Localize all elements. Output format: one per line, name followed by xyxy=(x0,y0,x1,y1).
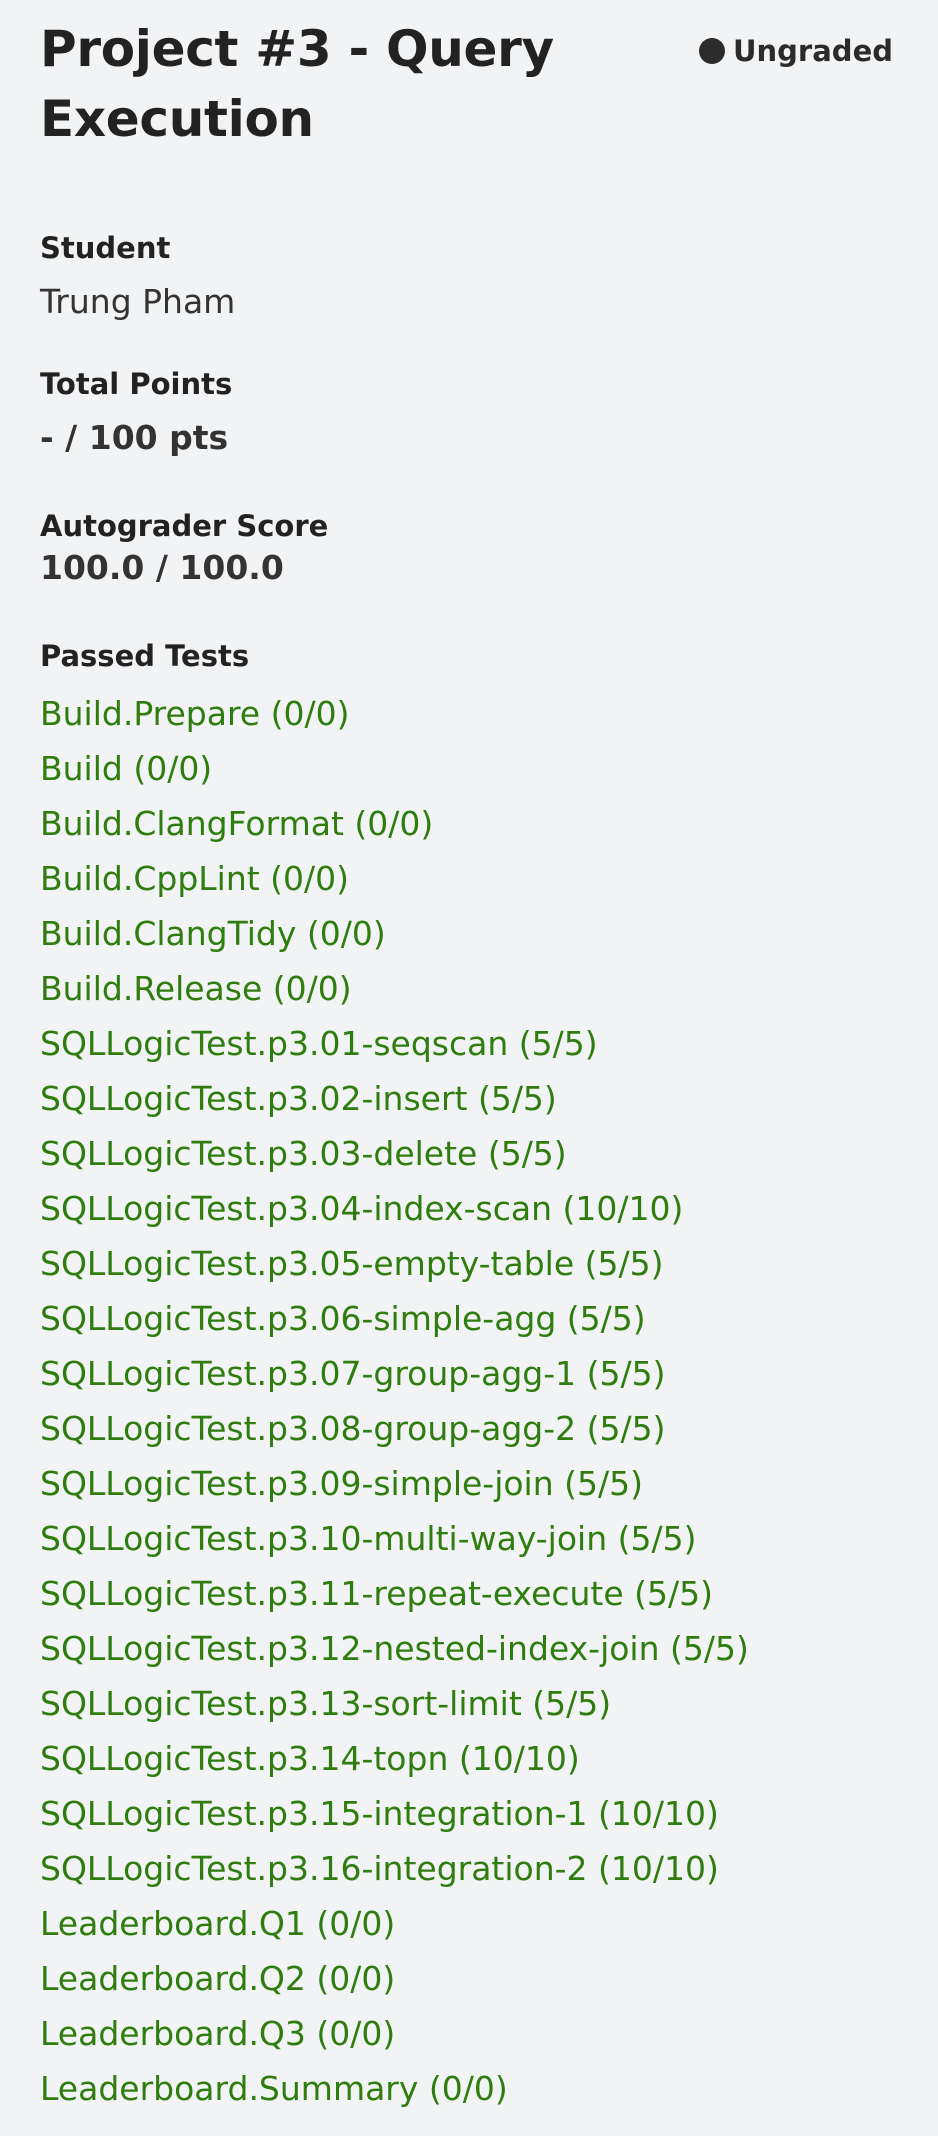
test-item[interactable]: SQLLogicTest.p3.03-delete (5/5) xyxy=(40,1126,898,1181)
submission-page: Project #3 - Query Execution Ungraded St… xyxy=(0,0,938,2136)
test-item[interactable]: Build (0/0) xyxy=(40,741,898,796)
total-points-label: Total Points xyxy=(40,367,233,401)
total-points-value: - / 100 pts xyxy=(40,418,229,457)
test-item[interactable]: SQLLogicTest.p3.02-insert (5/5) xyxy=(40,1071,898,1126)
test-item[interactable]: SQLLogicTest.p3.10-multi-way-join (5/5) xyxy=(40,1511,898,1566)
test-item[interactable]: SQLLogicTest.p3.12-nested-index-join (5/… xyxy=(40,1621,898,1676)
test-item[interactable]: SQLLogicTest.p3.13-sort-limit (5/5) xyxy=(40,1676,898,1731)
page-header: Project #3 - Query Execution Ungraded xyxy=(40,0,898,154)
test-item[interactable]: SQLLogicTest.p3.01-seqscan (5/5) xyxy=(40,1016,898,1071)
test-item[interactable]: Leaderboard.Q3 (0/0) xyxy=(40,2006,898,2061)
test-item[interactable]: SQLLogicTest.p3.09-simple-join (5/5) xyxy=(40,1456,898,1511)
test-item[interactable]: SQLLogicTest.p3.05-empty-table (5/5) xyxy=(40,1236,898,1291)
test-item[interactable]: SQLLogicTest.p3.04-index-scan (10/10) xyxy=(40,1181,898,1236)
passed-tests-label: Passed Tests xyxy=(40,639,250,673)
test-item[interactable]: SQLLogicTest.p3.16-integration-2 (10/10) xyxy=(40,1841,898,1896)
student-section: Student Trung Pham xyxy=(40,230,898,322)
status-badge: Ungraded xyxy=(698,34,893,68)
autograder-score: 100.0 / 100.0 xyxy=(40,548,284,587)
student-label: Student xyxy=(40,231,171,265)
test-item[interactable]: Leaderboard.Q2 (0/0) xyxy=(40,1951,898,2006)
test-item[interactable]: SQLLogicTest.p3.07-group-agg-1 (5/5) xyxy=(40,1346,898,1401)
page-title: Project #3 - Query Execution xyxy=(40,20,554,148)
autograder-label: Autograder Score xyxy=(40,509,329,543)
status-label: Ungraded xyxy=(732,34,893,68)
test-item[interactable]: Leaderboard.Summary (0/0) xyxy=(40,2061,898,2116)
test-item[interactable]: Build.Release (0/0) xyxy=(40,961,898,1016)
test-item[interactable]: Build.CppLint (0/0) xyxy=(40,851,898,906)
test-item[interactable]: SQLLogicTest.p3.08-group-agg-2 (5/5) xyxy=(40,1401,898,1456)
student-name: Trung Pham xyxy=(40,282,236,321)
status-dot-icon xyxy=(698,38,725,64)
test-item[interactable]: SQLLogicTest.p3.15-integration-1 (10/10) xyxy=(40,1786,898,1841)
passed-tests-section: Passed Tests Build.Prepare (0/0) Build (… xyxy=(40,638,898,2116)
test-item[interactable]: SQLLogicTest.p3.14-topn (10/10) xyxy=(40,1731,898,1786)
test-item[interactable]: SQLLogicTest.p3.11-repeat-execute (5/5) xyxy=(40,1566,898,1621)
test-item[interactable]: Build.ClangFormat (0/0) xyxy=(40,796,898,851)
test-item[interactable]: Build.Prepare (0/0) xyxy=(40,686,898,741)
passed-tests-list: Build.Prepare (0/0) Build (0/0) Build.Cl… xyxy=(40,686,898,2116)
test-item[interactable]: SQLLogicTest.p3.06-simple-agg (5/5) xyxy=(40,1291,898,1346)
total-points-section: Total Points - / 100 pts xyxy=(40,366,898,458)
test-item[interactable]: Build.ClangTidy (0/0) xyxy=(40,906,898,961)
autograder-section: Autograder Score 100.0 / 100.0 xyxy=(40,508,898,588)
test-item[interactable]: Leaderboard.Q1 (0/0) xyxy=(40,1896,898,1951)
